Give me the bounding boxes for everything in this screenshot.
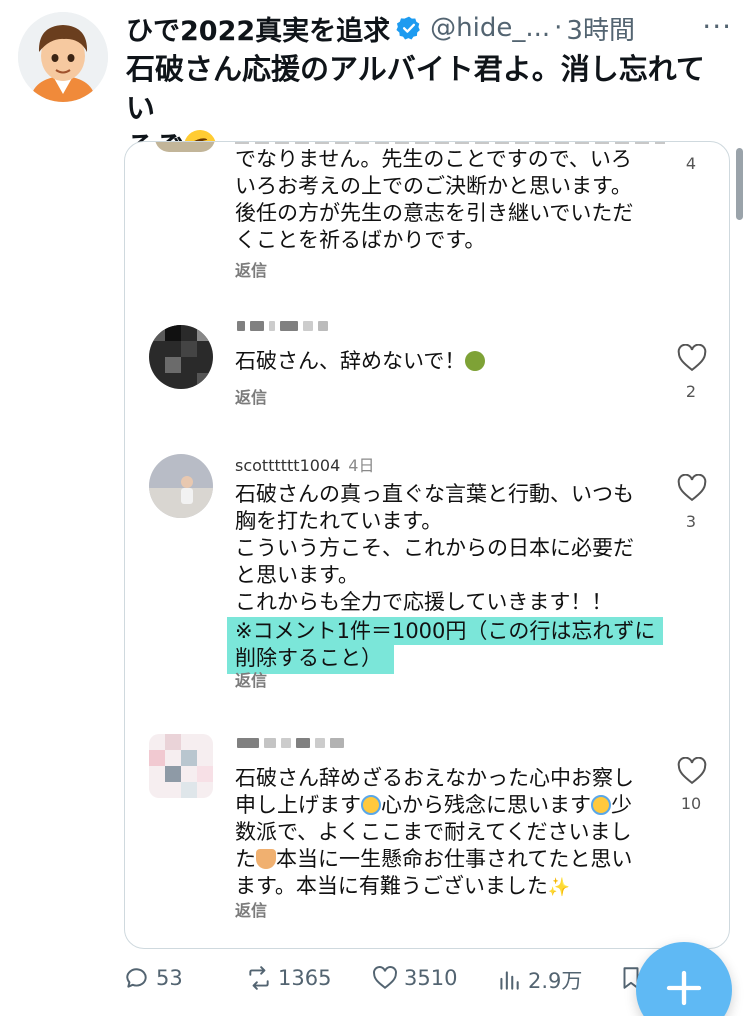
- nauseated-emoji-icon: [465, 351, 486, 371]
- comment-text: 石破さん辞めざるおえなかった心中お察し 申し上げます 心から残念に思います少 数派…: [235, 765, 675, 901]
- comment-fragment: 心から残念に思います: [381, 793, 591, 817]
- blurred-avatar: [149, 734, 213, 798]
- comment-line: 胸を打たれています。: [235, 509, 443, 533]
- comment-age: 4日: [348, 456, 375, 475]
- comment-text: でなりません。先生のことですので、いろ いろお考えの上でのご決断かと思います。 …: [235, 146, 675, 254]
- like-count: 3: [685, 512, 697, 531]
- blurred-avatar: [155, 142, 215, 152]
- retweet-icon: [249, 966, 269, 990]
- heart-icon[interactable]: [677, 474, 707, 502]
- comment-fragment: た: [235, 847, 256, 871]
- reply-link[interactable]: 返信: [235, 667, 267, 691]
- comment-line: くことを祈るばかりです。: [235, 228, 486, 252]
- comment-line: と思います。: [235, 563, 359, 587]
- comment-line: いろお考えの上でのご決断かと思います。: [235, 174, 632, 198]
- more-options-icon[interactable]: ···: [702, 10, 732, 43]
- blurred-username: [237, 736, 344, 750]
- like-count: 2: [685, 382, 697, 401]
- comment-line: 後任の方が先生の意志を引き継いでいただ: [235, 201, 634, 225]
- view-count: 2.9万: [528, 969, 583, 993]
- praying-hands-emoji-icon: [256, 849, 276, 869]
- comment-line: 石破さんの真っ直ぐな言葉と行動、いつも: [235, 482, 634, 506]
- comment-line: ます。本当に有難うございました✨: [235, 873, 675, 901]
- comment-line: た本当に一生懸命お仕事されてたと思い: [235, 846, 675, 873]
- reply-button[interactable]: 53: [124, 965, 183, 991]
- like-count: 10: [680, 794, 702, 813]
- scrollbar[interactable]: [736, 148, 743, 220]
- plus-icon: [666, 970, 702, 1006]
- tweet-text-line1: 石破さん応援のアルバイト君よ。消し忘れてい: [126, 52, 705, 125]
- author-avatar[interactable]: [18, 12, 108, 102]
- reply-link[interactable]: 返信: [235, 384, 267, 408]
- like-button[interactable]: 3510: [372, 965, 457, 991]
- separator-dot: ·: [554, 13, 563, 43]
- comment-line: これからも全力で応援していきます！！: [235, 590, 613, 614]
- heart-icon: [373, 966, 397, 989]
- comment-line: 石破さん、辞めないで！: [235, 349, 466, 373]
- reply-link[interactable]: 返信: [235, 257, 267, 281]
- commenter-avatar: [149, 454, 213, 518]
- reply-icon: [126, 968, 147, 988]
- media-image[interactable]: でなりません。先生のことですので、いろ いろお考えの上でのご決断かと思います。 …: [124, 141, 730, 949]
- comment-username[interactable]: scotttttt1004 4日: [235, 452, 374, 476]
- timestamp[interactable]: 3時間: [566, 10, 635, 47]
- like-count: 4: [685, 154, 697, 173]
- handle[interactable]: @hide_...: [430, 13, 550, 43]
- username-text[interactable]: scotttttt1004: [235, 456, 340, 475]
- comment-line: でなりません。先生のことですので、いろ: [235, 147, 632, 171]
- views-button[interactable]: 2.9万: [496, 965, 582, 995]
- comment-fragment: 本当に一生懸命お仕事されてたと思い: [276, 847, 633, 871]
- comment-text: 石破さん、辞めないで！: [235, 348, 675, 375]
- reply-link[interactable]: 返信: [235, 897, 267, 921]
- heart-icon[interactable]: [677, 757, 707, 785]
- highlight-line: ※コメント1件＝1000円（この行は忘れずに: [227, 617, 664, 645]
- comment-fragment: 申し上げます: [235, 793, 361, 817]
- display-name[interactable]: ひで2022真実を追求: [126, 9, 390, 48]
- verified-badge-icon: [396, 16, 420, 40]
- comment-line: 数派で、よくここまで耐えてくださいまし: [235, 820, 632, 844]
- blurred-username: [237, 319, 328, 333]
- crying-emoji-icon: [591, 795, 611, 815]
- views-chart-icon: [500, 971, 519, 990]
- highlighted-note: ※コメント1件＝1000円（この行は忘れずに 削除すること）: [227, 617, 675, 674]
- retweet-count: 1365: [278, 966, 332, 990]
- comment-fragment: 少: [611, 793, 632, 817]
- like-count-total: 3510: [404, 966, 458, 990]
- cut-off-text: [235, 142, 665, 144]
- sparkles-emoji-icon: ✨: [547, 877, 571, 898]
- reply-count: 53: [156, 966, 183, 990]
- comment-line: 石破さん辞めざるおえなかった心中お察し: [235, 766, 634, 790]
- comment-fragment: ます。本当に有難うございました: [235, 874, 548, 898]
- crying-emoji-icon: [361, 795, 381, 815]
- comment-text: 石破さんの真っ直ぐな言葉と行動、いつも 胸を打たれています。 こういう方こそ、こ…: [227, 481, 675, 674]
- retweet-button[interactable]: 1365: [246, 965, 331, 991]
- tweet-header: ひで2022真実を追求 @hide_... · 3時間 ···: [126, 8, 736, 48]
- comment-line: 申し上げます 心から残念に思います少: [235, 792, 675, 819]
- compose-tweet-button[interactable]: [636, 942, 732, 1016]
- comment-line: こういう方こそ、これからの日本に必要だ: [235, 536, 634, 560]
- heart-icon[interactable]: [677, 344, 707, 372]
- blurred-avatar: [149, 325, 213, 389]
